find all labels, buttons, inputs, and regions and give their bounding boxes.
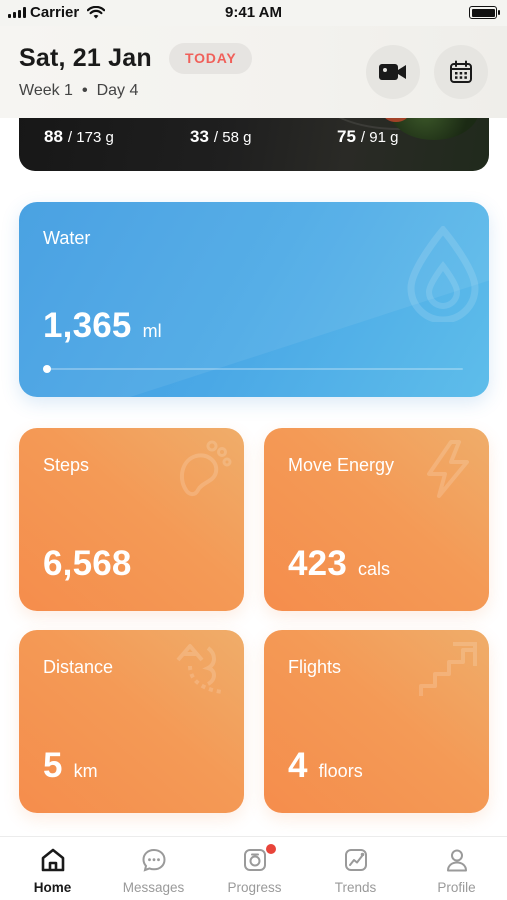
move-energy-card[interactable]: Move Energy 423 cals [264, 428, 489, 611]
trend-chart-icon [345, 849, 367, 871]
distance-unit: km [73, 761, 98, 781]
flights-card[interactable]: Flights 4 floors [264, 630, 489, 813]
distance-value: 5 [43, 746, 63, 785]
water-value: 1,365 [43, 306, 132, 345]
tab-messages[interactable]: Messages [103, 837, 204, 900]
water-card[interactable]: Water 1,365 ml [19, 202, 489, 397]
move-energy-unit: cals [358, 559, 391, 579]
status-bar: Carrier 9:41 AM [0, 0, 507, 26]
stairs-icon [419, 642, 477, 696]
distance-title: Distance [43, 657, 114, 677]
tab-profile[interactable]: Profile [406, 837, 507, 900]
water-amount: 1,365 ml [43, 306, 162, 346]
route-icon [176, 644, 223, 694]
macro-target: / 91 g [360, 129, 399, 146]
battery-icon [469, 6, 500, 19]
flights-value: 4 [288, 746, 308, 785]
page-title: Sat, 21 Jan [19, 44, 152, 72]
tab-home[interactable]: Home [2, 837, 103, 900]
steps-card[interactable]: Steps 6,568 [19, 428, 244, 611]
today-badge[interactable]: TODAY [169, 43, 253, 74]
week-label: Week 1 [19, 82, 73, 99]
tab-progress[interactable]: Progress [204, 837, 305, 900]
macro-target: / 173 g [67, 129, 114, 146]
tab-label: Trends [334, 880, 377, 895]
footprint-icon [179, 440, 232, 497]
separator-dot: • [81, 82, 88, 99]
tab-label: Messages [122, 880, 185, 895]
tab-label: Profile [437, 880, 476, 895]
macro-value: 88 [44, 127, 63, 146]
macro-value: 75 [337, 127, 356, 146]
status-time: 9:41 AM [225, 4, 282, 21]
distance-amount: 5 km [43, 746, 98, 786]
calendar-button[interactable] [434, 45, 488, 99]
video-camera-icon [379, 64, 406, 80]
flights-title: Flights [288, 657, 342, 677]
tab-label: Progress [227, 880, 282, 895]
tab-bar: Home Messages Progress Trends Profile [0, 836, 507, 900]
day-label: Day 4 [96, 82, 139, 99]
steps-value: 6,568 [43, 544, 132, 583]
macro-fat: 33 / 58 g [190, 127, 251, 147]
move-energy-amount: 423 cals [288, 544, 390, 584]
flights-amount: 4 floors [288, 746, 363, 786]
water-unit: ml [142, 321, 162, 341]
week-day-label: Week 1 • Day 4 [19, 82, 138, 100]
home-icon [41, 848, 65, 872]
notification-dot [266, 844, 276, 854]
steps-amount: 6,568 [43, 544, 132, 584]
distance-card[interactable]: Distance 5 km [19, 630, 244, 813]
water-progress-track [43, 368, 463, 370]
flights-unit: floors [318, 761, 363, 781]
move-energy-title: Move Energy [288, 455, 395, 475]
video-call-button[interactable] [366, 45, 420, 99]
macro-protein: 88 / 173 g [44, 127, 114, 147]
water-progress-knob[interactable] [43, 365, 51, 373]
water-title: Water [43, 228, 91, 248]
water-drop-icon [407, 226, 479, 322]
move-energy-value: 423 [288, 544, 347, 583]
user-icon [447, 849, 467, 872]
chat-bubble-icon [142, 848, 166, 872]
macro-value: 33 [190, 127, 209, 146]
steps-title: Steps [43, 455, 90, 475]
day-header: Sat, 21 Jan TODAY Week 1 • Day 4 [0, 26, 507, 118]
tab-label: Home [33, 880, 72, 895]
calendar-icon [450, 60, 472, 83]
macro-carbs: 75 / 91 g [337, 127, 398, 147]
tab-trends[interactable]: Trends [305, 837, 406, 900]
lightning-icon [427, 440, 469, 498]
camera-icon [244, 849, 266, 871]
macro-target: / 58 g [213, 129, 252, 146]
